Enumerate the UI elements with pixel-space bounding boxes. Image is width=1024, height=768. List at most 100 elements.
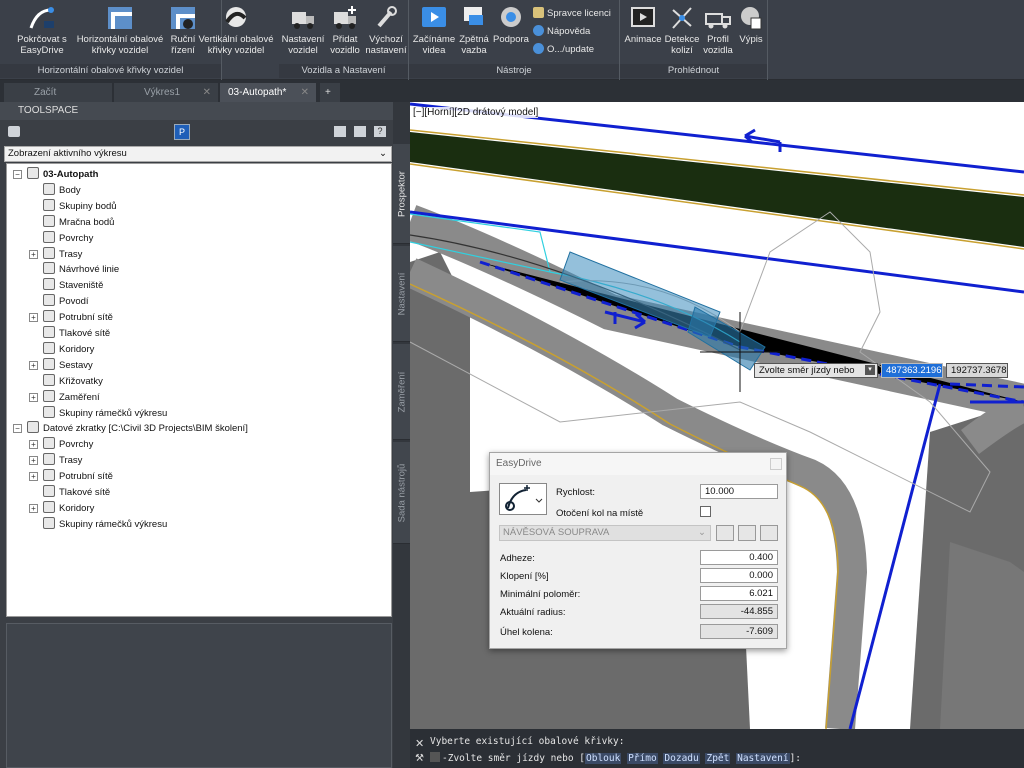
tree-item[interactable]: + Zaměření — [29, 389, 100, 406]
tab-toolbox[interactable]: Sada nástrojů — [393, 442, 410, 544]
tree-item[interactable]: Skupiny rámečků výkresu — [43, 516, 167, 533]
prospector-tab-icon[interactable]: P — [174, 124, 190, 140]
tab-autopath[interactable]: 03-Autopath* ✕ — [220, 83, 316, 102]
collapse-icon[interactable]: − — [13, 170, 22, 179]
tree-node-icon — [43, 294, 55, 307]
horizontal-envelope-button[interactable]: Horizontální obalové křivky vozidel — [74, 4, 166, 56]
min-radius-input[interactable]: 6.021 — [700, 586, 778, 601]
help-icon[interactable]: ? — [374, 126, 386, 137]
keyword-arc[interactable]: Oblouk — [585, 753, 622, 764]
keyword-straight[interactable]: Přímo — [627, 753, 658, 764]
expand-icon[interactable]: + — [29, 472, 38, 482]
vertical-envelope-button[interactable]: Vertikální obalové křivky vozidel — [196, 4, 276, 56]
getting-started-videos-button[interactable]: Začínáme videa — [412, 4, 456, 56]
wrench-icon[interactable]: ⚒ — [415, 753, 424, 764]
tree-item[interactable]: − 03-Autopath — [13, 167, 98, 183]
keyword-undo[interactable]: Zpět — [705, 753, 731, 764]
support-button[interactable]: Podpora — [492, 4, 530, 45]
tree-node-icon — [27, 167, 39, 179]
tab-prospector[interactable]: Prospektor — [393, 144, 410, 244]
tree-item[interactable]: + Potrubní sítě — [29, 310, 113, 326]
tab-settings[interactable]: Nastavení — [393, 246, 410, 342]
license-manager-button[interactable]: Spravce licenci — [533, 6, 611, 22]
keyword-reverse[interactable]: Dozadu — [663, 753, 700, 764]
tree-item[interactable]: + Povrchy — [29, 437, 93, 453]
tree-node-icon — [43, 341, 55, 354]
prospector-tree: − 03-Autopath Body Skupiny bodů Mračna bodů P… — [6, 163, 392, 617]
wrench-icon[interactable] — [738, 525, 756, 541]
vehicle-profile-button[interactable]: Profil vozidla — [700, 4, 736, 56]
truck-settings-icon[interactable] — [716, 525, 734, 541]
dropdown-icon[interactable]: ▾ — [865, 365, 875, 375]
tree-item[interactable]: Povrchy — [43, 230, 93, 247]
tree-item[interactable]: + Koridory — [29, 500, 94, 517]
new-tab-button[interactable]: + — [320, 83, 340, 102]
default-settings-button[interactable]: Výchozí nastavení — [365, 4, 407, 56]
tree-item[interactable]: Návrhové linie — [43, 262, 119, 278]
tab-start[interactable]: Začít — [4, 83, 112, 102]
close-icon[interactable]: ✕ — [301, 83, 309, 102]
tree-node-icon — [43, 469, 55, 482]
tree-item[interactable]: − Datové zkratky [C:\Civil 3D Projects\BI… — [13, 421, 248, 437]
manual-steering-button[interactable]: Ruční řízení — [168, 4, 198, 56]
btn-label-1: Podpora — [493, 34, 529, 45]
expand-icon[interactable]: + — [29, 313, 38, 323]
turn-in-place-checkbox[interactable] — [700, 506, 711, 517]
tree-item[interactable]: + Sestavy — [29, 357, 93, 374]
steering-mode-button[interactable] — [499, 483, 547, 515]
tree-item[interactable]: Tlakové sítě — [43, 326, 110, 342]
item-view-icon[interactable] — [334, 126, 346, 137]
vehicle-settings-button[interactable]: Nastavení vozidel — [281, 4, 325, 56]
tree-item[interactable]: Skupiny rámečků výkresu — [43, 405, 167, 422]
btn-label-1: Zpětná — [459, 34, 489, 45]
animation-button[interactable]: Animace — [622, 4, 664, 45]
report-button[interactable]: Výpis — [736, 4, 766, 45]
vehicle-select[interactable]: NÁVĚSOVÁ SOUPRAVA ⌄ — [499, 525, 711, 541]
tree-item[interactable]: Staveniště — [43, 278, 103, 294]
tree-item[interactable]: Skupiny bodů — [43, 198, 117, 215]
adhesion-label: Adheze: — [500, 553, 535, 564]
command-input[interactable]: -Zvolte směr jízdy nebo [Oblouk Přímo Do… — [430, 751, 801, 767]
tree-item[interactable]: Mračna bodů — [43, 214, 114, 231]
add-truck-icon — [334, 6, 356, 29]
list-view-icon[interactable] — [354, 126, 366, 137]
view-mode-select[interactable]: Zobrazení aktivního výkresu ⌄ — [4, 146, 392, 162]
tree-item[interactable]: + Trasy — [29, 453, 82, 469]
easydrive-continue-button[interactable]: Pokrčovat s EasyDrive — [14, 4, 70, 56]
tree-item[interactable]: + Potrubní sítě — [29, 469, 113, 485]
close-icon[interactable]: ✕ — [415, 737, 424, 750]
expand-icon[interactable]: + — [29, 440, 38, 450]
collision-detection-button[interactable]: Detekce kolizí — [664, 4, 700, 56]
coord-y-input[interactable]: 192737.3678 — [946, 363, 1008, 378]
panel-title: Horizontální obalové křivky vozidel — [0, 64, 221, 78]
help-button[interactable]: Nápověda — [533, 24, 590, 40]
expand-icon[interactable]: + — [29, 360, 38, 370]
tree-item[interactable]: Křižovatky — [43, 373, 103, 390]
expand-icon[interactable]: + — [29, 456, 38, 466]
tab-drawing1[interactable]: Výkres1 ✕ — [114, 83, 218, 102]
superelevation-input[interactable]: 0.000 — [700, 568, 778, 583]
collapse-icon[interactable]: − — [13, 424, 22, 434]
close-icon[interactable] — [770, 458, 782, 470]
add-vehicle-button[interactable]: Přidat vozidlo — [327, 4, 363, 56]
close-icon[interactable]: ✕ — [203, 83, 211, 102]
tree-item[interactable]: Body — [43, 182, 81, 199]
tree-item[interactable]: Tlakové sítě — [43, 485, 110, 501]
expand-icon[interactable]: + — [29, 392, 38, 402]
adhesion-input[interactable]: 0.400 — [700, 550, 778, 565]
tree-item[interactable]: + Trasy — [29, 246, 82, 263]
coord-x-input[interactable]: 487363.2196 — [881, 363, 943, 378]
command-line: ✕ ⚒ Vyberte existující obalové křivky: -… — [410, 729, 1024, 768]
about-update-button[interactable]: O.../update — [533, 42, 594, 58]
viewport-controls[interactable]: [−][Horní][2D drátový model] — [413, 107, 539, 118]
toolspace-options-icon[interactable] — [8, 126, 20, 137]
keyword-settings[interactable]: Nastavení — [736, 753, 790, 764]
feedback-button[interactable]: Zpětná vazba — [456, 4, 492, 56]
expand-icon[interactable]: + — [29, 503, 38, 513]
tree-item[interactable]: Povodí — [43, 294, 89, 310]
speed-input[interactable]: 10.000 — [700, 484, 778, 499]
tree-item[interactable]: Koridory — [43, 341, 94, 358]
expand-icon[interactable]: + — [29, 249, 38, 259]
tab-survey[interactable]: Zaměření — [393, 344, 410, 440]
envelope-icon[interactable] — [760, 525, 778, 541]
